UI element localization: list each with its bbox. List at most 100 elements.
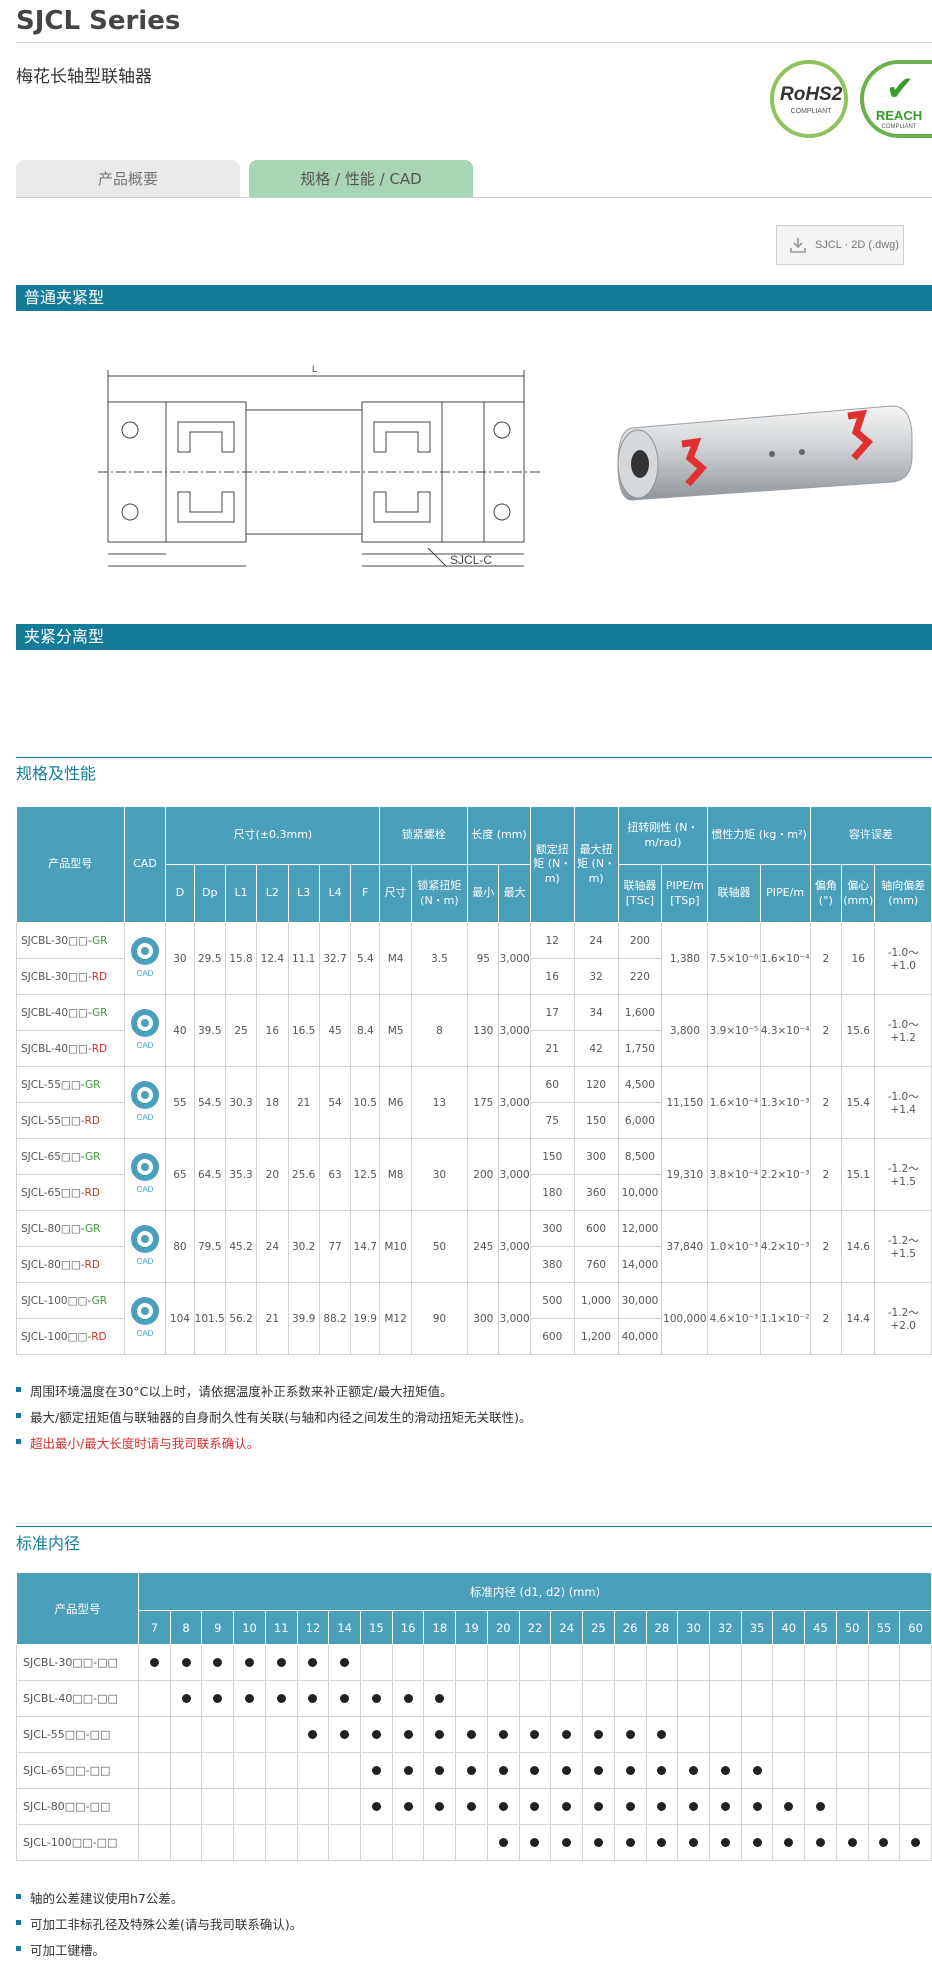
bore-availability-cell bbox=[360, 1644, 393, 1681]
bore-availability-cell bbox=[296, 1716, 330, 1753]
rohs-badge-icon: RoHS2 COMPLIANT bbox=[770, 60, 848, 138]
model-cell: SJCL-80□□-RD bbox=[16, 1246, 125, 1283]
note-item: 可加工键槽。 bbox=[16, 1940, 302, 1959]
bore-model-cell: SJCBL-40□□-□□ bbox=[16, 1680, 139, 1717]
rated-torque: 17 bbox=[529, 994, 575, 1031]
bore-size-header: 25 bbox=[582, 1610, 615, 1645]
th-dims: 尺寸(±0.3mm) bbox=[165, 806, 381, 865]
th-tolerance: 容许误差 bbox=[809, 806, 932, 865]
length-max: 3,000 bbox=[498, 994, 531, 1067]
bolt-torque: 13 bbox=[410, 1066, 469, 1139]
cad-icon[interactable]: CAD bbox=[127, 1079, 163, 1123]
download-dwg-button[interactable]: SJCL · 2D (.dwg) bbox=[776, 225, 904, 265]
offset-tolerance: 16 bbox=[841, 922, 876, 995]
bore-size-header: 18 bbox=[423, 1610, 457, 1645]
svg-text:CAD: CAD bbox=[137, 1257, 154, 1266]
stiffness-coupling: 30,000 bbox=[617, 1282, 663, 1319]
tab-bar: 产品概要 规格 / 性能 / CAD bbox=[16, 160, 932, 198]
available-dot-icon bbox=[593, 1765, 603, 1775]
stiffness-coupling: 10,000 bbox=[617, 1174, 663, 1211]
model-color-suffix: RD bbox=[84, 1186, 100, 1199]
dim-F: 12.5 bbox=[350, 1138, 381, 1211]
cad-icon[interactable]: CAD bbox=[127, 935, 163, 979]
bore-availability-cell bbox=[391, 1824, 425, 1861]
rated-torque: 16 bbox=[529, 958, 575, 995]
model-color-suffix: RD bbox=[84, 1114, 100, 1127]
available-dot-icon bbox=[245, 1693, 255, 1703]
reach-badge-main: REACH bbox=[875, 108, 923, 123]
bore-availability-cell bbox=[899, 1752, 932, 1789]
bore-availability-cell bbox=[550, 1680, 584, 1717]
stiffness-coupling: 40,000 bbox=[617, 1318, 663, 1355]
axial-tolerance: -1.2～+1.5 bbox=[874, 1210, 932, 1283]
stiffness-pipe: 19,310 bbox=[661, 1138, 709, 1211]
cad-download-cell[interactable]: CAD bbox=[123, 922, 167, 995]
bore-availability-cell bbox=[835, 1680, 869, 1717]
bore-availability-cell bbox=[772, 1716, 806, 1753]
bore-availability-cell bbox=[423, 1824, 457, 1861]
available-dot-icon bbox=[213, 1693, 223, 1703]
cad-download-cell[interactable]: CAD bbox=[123, 994, 167, 1067]
available-dot-icon bbox=[911, 1837, 921, 1847]
bore-availability-cell bbox=[867, 1752, 901, 1789]
rohs-badge-main: RoHS2 bbox=[780, 84, 843, 105]
cad-download-cell[interactable]: CAD bbox=[123, 1210, 167, 1283]
available-dot-icon bbox=[720, 1837, 730, 1847]
bore-availability-cell bbox=[296, 1680, 330, 1717]
bore-size-header: 14 bbox=[328, 1610, 362, 1645]
bore-availability-cell bbox=[518, 1824, 552, 1861]
rated-torque: 75 bbox=[529, 1102, 575, 1139]
bore-availability-cell bbox=[613, 1644, 647, 1681]
dim-L1: 25 bbox=[224, 994, 258, 1067]
rohs-badge-sub: COMPLIANT bbox=[790, 108, 832, 115]
cad-icon[interactable]: CAD bbox=[127, 1295, 163, 1339]
available-dot-icon bbox=[752, 1801, 762, 1811]
bore-availability-cell bbox=[455, 1824, 488, 1861]
bore-notes: 轴的公差建议使用h7公差。 可加工非标孔径及特殊公差(请与我司联系确认)。 可加工键… bbox=[16, 1888, 302, 1966]
model-code: SJCL-80□□- bbox=[21, 1222, 85, 1235]
max-torque: 600 bbox=[573, 1210, 619, 1247]
bore-size-header: 55 bbox=[867, 1610, 901, 1645]
cad-icon[interactable]: CAD bbox=[127, 1007, 163, 1051]
cad-download-cell[interactable]: CAD bbox=[123, 1282, 167, 1355]
bore-availability-cell bbox=[264, 1752, 298, 1789]
length-max: 3,000 bbox=[498, 1066, 531, 1139]
rated-torque: 380 bbox=[529, 1246, 575, 1283]
available-dot-icon bbox=[847, 1837, 857, 1847]
tab-overview[interactable]: 产品概要 bbox=[16, 160, 240, 198]
cad-download-cell[interactable]: CAD bbox=[123, 1066, 167, 1139]
dim-L3: 30.2 bbox=[287, 1210, 320, 1283]
th-L2: L2 bbox=[256, 864, 289, 923]
svg-text:CAD: CAD bbox=[137, 1185, 154, 1194]
cad-icon[interactable]: CAD bbox=[127, 1151, 163, 1195]
inertia-coupling: 7.5×10⁻⁶ bbox=[707, 922, 761, 995]
bore-availability-cell bbox=[328, 1644, 362, 1681]
dim-L: L bbox=[312, 364, 317, 374]
bore-availability-cell bbox=[201, 1752, 235, 1789]
model-cell: SJCL-80□□-GR bbox=[16, 1210, 125, 1247]
table-row: SJCBL-30□□-GR CAD 30 29.5 15.8 12.4 11.1 32.7 5.… bbox=[16, 922, 932, 995]
max-torque: 360 bbox=[573, 1174, 619, 1211]
axial-tolerance: -1.2～+2.0 bbox=[874, 1282, 932, 1355]
bore-availability-cell bbox=[391, 1644, 425, 1681]
table-row: SJCL-65□□-GR CAD 65 64.5 35.3 20 25.6 63 12.5 M8 3… bbox=[16, 1138, 932, 1211]
tab-spec-cad[interactable]: 规格 / 性能 / CAD bbox=[249, 160, 473, 198]
bore-size-header: 9 bbox=[201, 1610, 235, 1645]
max-torque: 760 bbox=[573, 1246, 619, 1283]
angle-tolerance: 2 bbox=[809, 1210, 843, 1283]
cad-icon[interactable]: CAD bbox=[127, 1223, 163, 1267]
available-dot-icon bbox=[562, 1765, 572, 1775]
available-dot-icon bbox=[435, 1801, 445, 1811]
bore-availability-cell bbox=[233, 1716, 266, 1753]
bolt-torque: 3.5 bbox=[410, 922, 469, 995]
available-dot-icon bbox=[308, 1693, 318, 1703]
cad-download-cell[interactable]: CAD bbox=[123, 1138, 167, 1211]
bore-availability-cell bbox=[328, 1716, 362, 1753]
bore-availability-cell bbox=[486, 1752, 520, 1789]
th-stiffness: 扭转刚性 (N・m/rad) bbox=[617, 806, 709, 865]
length-min: 200 bbox=[467, 1138, 500, 1211]
bore-model-cell: SJCL-55□□-□□ bbox=[16, 1716, 139, 1753]
bore-size-header: 10 bbox=[233, 1610, 266, 1645]
available-dot-icon bbox=[562, 1801, 572, 1811]
checkmark-icon: ✔ bbox=[885, 70, 915, 108]
